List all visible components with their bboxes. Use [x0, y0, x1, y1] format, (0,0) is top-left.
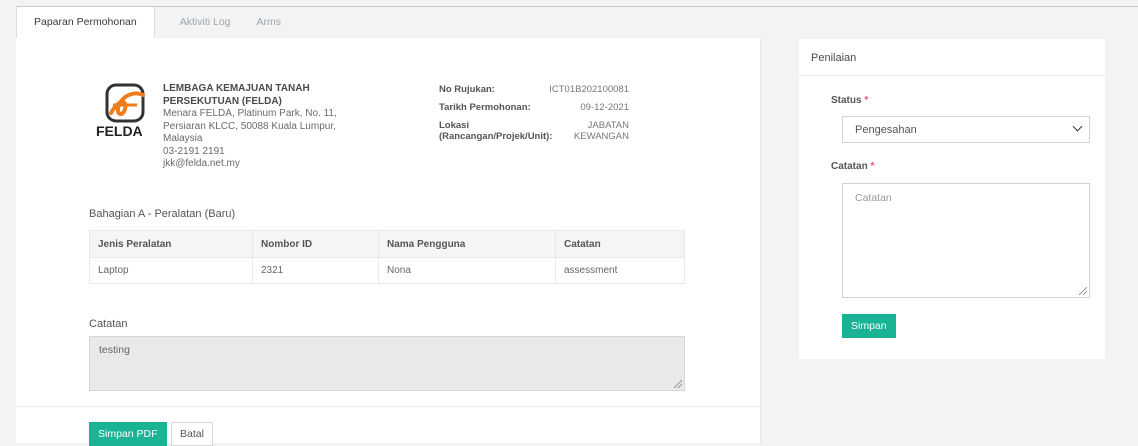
- address-line-3: Malaysia: [163, 133, 203, 144]
- notes-label: Catatan: [89, 318, 128, 330]
- required-mark: *: [864, 95, 869, 106]
- organization-info: LEMBAGA KEMAJUAN TANAH PERSEKUTUAN (FELD…: [163, 83, 337, 171]
- cancel-button[interactable]: Batal: [171, 422, 213, 446]
- location-value: JABATAN KEWANGAN: [574, 120, 629, 142]
- status-label: Status *: [831, 95, 868, 106]
- status-label-text: Status: [831, 95, 862, 106]
- table-cell: Nona: [378, 257, 556, 284]
- location-value-line-2: KEWANGAN: [573, 131, 629, 142]
- column-header: Nombor ID: [252, 230, 379, 258]
- section-a-title: Bahagian A - Peralatan (Baru): [89, 208, 236, 220]
- assessment-title: Penilaian: [799, 39, 1105, 76]
- status-selected-value: Pengesahan: [855, 124, 917, 136]
- column-header: Jenis Peralatan: [89, 230, 253, 258]
- assessment-notes-label-text: Catatan: [831, 161, 868, 172]
- save-assessment-button[interactable]: Simpan: [842, 314, 896, 338]
- resize-handle-icon: [674, 380, 682, 388]
- assessment-panel: Penilaian Status * Pengesahan Catatan * …: [799, 39, 1105, 359]
- column-header: Nama Pengguna: [378, 230, 556, 258]
- tab-paparan-permohonan[interactable]: Paparan Permohonan: [16, 7, 155, 38]
- ref-value: ICT01B202100081: [549, 84, 629, 95]
- resize-handle-icon: [1079, 287, 1087, 295]
- logo-text: FELDA: [96, 123, 143, 139]
- save-pdf-button[interactable]: Simpan PDF: [89, 422, 167, 446]
- email-address: jkk@felda.net.my: [163, 158, 240, 169]
- column-header: Catatan: [555, 230, 685, 258]
- ref-label: No Rujukan:: [439, 84, 495, 95]
- notes-readonly-textarea: testing: [89, 336, 685, 391]
- tab-aktiviti-log[interactable]: Aktiviti Log: [155, 7, 241, 38]
- divider: [16, 406, 761, 407]
- table-cell: Laptop: [89, 257, 253, 284]
- status-select[interactable]: Pengesahan: [842, 116, 1090, 143]
- table-cell: 2321: [252, 257, 379, 284]
- table-row: Laptop 2321 Nona assessment: [89, 257, 685, 284]
- application-meta: No Rujukan: ICT01B202100081 Tarikh Permo…: [439, 84, 629, 149]
- felda-logo: FELDA: [93, 83, 157, 143]
- notes-value: testing: [99, 344, 130, 356]
- location-label-line-2: (Rancangan/Projek/Unit):: [439, 131, 553, 142]
- phone-number: 03-2191 2191: [163, 145, 225, 157]
- table-cell: assessment: [555, 257, 685, 284]
- location-value-line-1: JABATAN: [587, 120, 629, 131]
- assessment-notes-textarea[interactable]: Catatan: [842, 183, 1090, 298]
- application-panel: FELDA LEMBAGA KEMAJUAN TANAH PERSEKUTUAN…: [16, 38, 761, 446]
- equipment-table: Jenis Peralatan Nombor ID Nama Pengguna …: [89, 230, 685, 284]
- required-mark: *: [870, 161, 875, 172]
- assessment-notes-label: Catatan *: [831, 161, 874, 172]
- address-line-1: Menara FELDA, Platinum Park, No. 11,: [163, 108, 337, 119]
- tab-bar: Paparan Permohonan Aktiviti Log Arms: [16, 7, 298, 38]
- location-label: Lokasi (Rancangan/Projek/Unit):: [439, 120, 553, 142]
- address-line-2: Persiaran KLCC, 50088 Kuala Lumpur,: [163, 120, 336, 132]
- location-label-line-1: Lokasi: [439, 120, 470, 131]
- organization-name: LEMBAGA KEMAJUAN TANAH PERSEKUTUAN (FELD…: [163, 83, 310, 107]
- notes-placeholder: Catatan: [855, 192, 892, 204]
- date-value: 09-12-2021: [580, 102, 629, 113]
- date-label: Tarikh Permohonan:: [439, 102, 531, 113]
- chevron-down-icon: [1072, 121, 1083, 132]
- tab-arms[interactable]: Arms: [241, 7, 299, 38]
- table-header-row: Jenis Peralatan Nombor ID Nama Pengguna …: [89, 230, 685, 258]
